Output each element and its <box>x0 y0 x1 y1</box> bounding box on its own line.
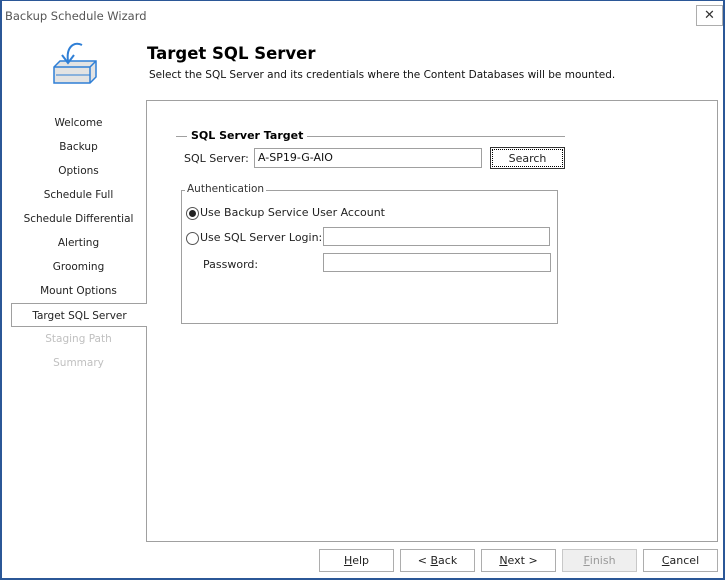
wizard-window: Backup Schedule Wizard ✕ Target SQL Serv… <box>0 0 725 580</box>
sql-login-input[interactable] <box>323 227 550 246</box>
next-button[interactable]: Next > <box>481 549 556 572</box>
nav-step-target-sql-server[interactable]: Target SQL Server <box>11 303 147 327</box>
radio-backup-service-account[interactable] <box>186 207 199 220</box>
nav-step-backup[interactable]: Backup <box>11 135 147 159</box>
backup-box-arrow-icon <box>53 42 97 84</box>
search-button[interactable]: Search <box>490 147 565 169</box>
close-button[interactable]: ✕ <box>696 5 723 26</box>
window-title: Backup Schedule Wizard <box>5 9 147 23</box>
nav-step-alerting[interactable]: Alerting <box>11 231 147 255</box>
close-x-icon: ✕ <box>704 8 715 23</box>
nav-step-grooming[interactable]: Grooming <box>11 255 147 279</box>
page-subtitle: Select the SQL Server and its credential… <box>149 69 616 81</box>
cancel-button-suffix: ancel <box>669 554 700 567</box>
cancel-button[interactable]: Cancel <box>643 549 718 572</box>
sql-server-label: SQL Server: <box>184 152 249 165</box>
nav-step-summary: Summary <box>11 351 147 375</box>
nav-step-schedule-full[interactable]: Schedule Full <box>11 183 147 207</box>
sql-server-input[interactable]: A-SP19-G-AIO <box>254 148 482 168</box>
password-input[interactable] <box>323 253 551 272</box>
search-button-label: Search <box>492 149 563 167</box>
back-button-suffix: ack <box>438 554 458 567</box>
password-label: Password: <box>203 258 259 271</box>
page-title: Target SQL Server <box>147 44 316 63</box>
radio-sql-server-login-label[interactable]: Use SQL Server Login: <box>200 231 322 244</box>
wizard-steps-nav: Welcome Backup Options Schedule Full Sch… <box>11 111 147 375</box>
authentication-group-label: Authentication <box>185 183 267 195</box>
finish-button: Finish <box>562 549 637 572</box>
nav-step-mount-options[interactable]: Mount Options <box>11 279 147 303</box>
help-button-suffix: elp <box>352 554 370 567</box>
back-button-accesskey: B <box>430 554 439 567</box>
help-button-accesskey: H <box>343 554 353 567</box>
radio-sql-server-login[interactable] <box>186 232 199 245</box>
radio-backup-service-account-label[interactable]: Use Backup Service User Account <box>200 206 385 219</box>
nav-step-staging-path: Staging Path <box>11 327 147 351</box>
sql-target-group-label: SQL Server Target <box>187 129 308 142</box>
nav-step-options[interactable]: Options <box>11 159 147 183</box>
next-button-accesskey: N <box>499 554 508 567</box>
nav-step-schedule-differential[interactable]: Schedule Differential <box>11 207 147 231</box>
nav-step-welcome[interactable]: Welcome <box>11 111 147 135</box>
cancel-button-accesskey: C <box>661 554 670 567</box>
next-button-suffix: ext > <box>507 554 538 567</box>
finish-button-suffix: inish <box>589 554 616 567</box>
back-button[interactable]: < Back <box>400 549 475 572</box>
back-button-prefix: < <box>417 554 431 567</box>
help-button[interactable]: Help <box>319 549 394 572</box>
